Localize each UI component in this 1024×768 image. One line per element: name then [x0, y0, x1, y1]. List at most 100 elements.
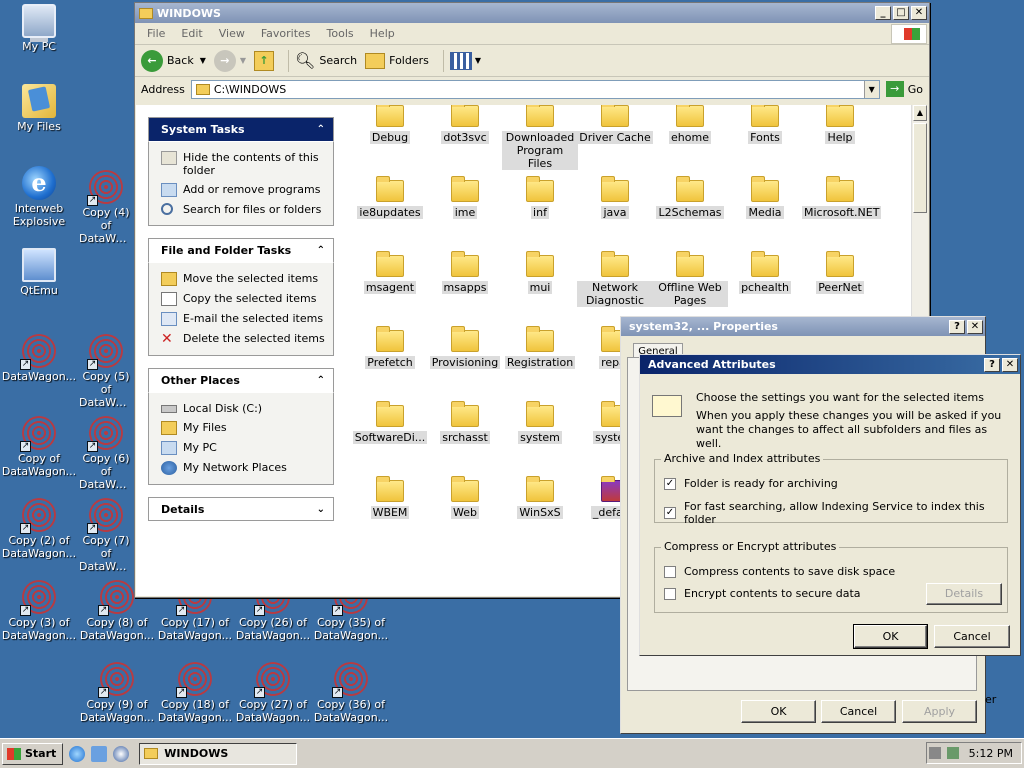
task-delete-items[interactable]: ✕ Delete the selected items	[161, 329, 327, 349]
advanced-cancel-button[interactable]: Cancel	[934, 625, 1010, 648]
properties-titlebar[interactable]: system32, ... Properties ? ✕	[621, 317, 985, 336]
search-button[interactable]: 🔍︎ Search	[295, 51, 357, 70]
folder-item[interactable]: Driver Cache	[577, 105, 653, 144]
folder-item[interactable]: msapps	[427, 251, 503, 294]
folder-item[interactable]: ie8updates	[352, 176, 428, 219]
menu-help[interactable]: Help	[362, 27, 403, 40]
menu-view[interactable]: View	[211, 27, 253, 40]
archive-checkbox[interactable]: ✓ Folder is ready for archiving	[664, 477, 838, 490]
folders-button[interactable]: Folders	[365, 52, 429, 69]
advanced-ok-button[interactable]: OK	[853, 624, 928, 649]
archive-checkbox-box[interactable]: ✓	[664, 477, 676, 490]
folder-item[interactable]: WBEM	[352, 476, 428, 519]
scroll-thumb[interactable]	[913, 123, 927, 213]
properties-ok-button[interactable]: OK	[741, 700, 816, 723]
views-button[interactable]: ▼	[449, 51, 481, 70]
task-email-items[interactable]: E-mail the selected items	[161, 309, 327, 329]
collapse-icon[interactable]: ⌃	[317, 124, 325, 135]
collapse-icon[interactable]: ⌃	[317, 245, 325, 256]
address-dropdown-button[interactable]: ▼	[863, 80, 879, 98]
folder-item[interactable]: Web	[427, 476, 503, 519]
tray-printer-icon[interactable]	[946, 747, 959, 759]
help-button[interactable]: ?	[949, 319, 965, 334]
desktop-icon-datawagon[interactable]: ↗ Copy (4) of DataWagon	[78, 170, 134, 245]
folder-item[interactable]: Debug	[352, 105, 428, 144]
folder-item[interactable]: inf	[502, 176, 578, 219]
encrypt-checkbox[interactable]: Encrypt contents to secure data	[664, 587, 861, 600]
desktop-icon-datawagon[interactable]: ↗ Copy (36) of DataWagon...	[312, 662, 390, 724]
folder-item[interactable]: system	[502, 401, 578, 444]
folder-item[interactable]: Downloaded Program Files	[502, 105, 578, 170]
task-copy-items[interactable]: Copy the selected items	[161, 289, 327, 309]
place-local-disk[interactable]: Local Disk (C:)	[161, 399, 327, 418]
index-checkbox[interactable]: ✓ For fast searching, allow Indexing Ser…	[664, 500, 1020, 526]
taskbar-window-button[interactable]: WINDOWS	[139, 742, 298, 765]
folder-item[interactable]: Microsoft.NET	[802, 176, 882, 219]
folder-item[interactable]: java	[577, 176, 653, 219]
desktop-icon-datawagon[interactable]: ↗ Copy (7) of DataWagon	[78, 498, 134, 573]
place-network[interactable]: My Network Places	[161, 458, 327, 478]
folder-item[interactable]: L2Schemas	[652, 176, 728, 219]
up-button[interactable]: ↑	[254, 50, 275, 71]
task-add-remove-programs[interactable]: Add or remove programs	[161, 180, 327, 200]
clock[interactable]: 5:12 PM	[969, 747, 1013, 760]
scroll-up-button[interactable]: ▲	[913, 105, 927, 121]
desktop-icon-datawagon[interactable]: ↗ Copy (6) of DataWagon	[78, 416, 134, 491]
menu-file[interactable]: File	[139, 27, 173, 40]
folder-item[interactable]: msagent	[352, 251, 428, 294]
browser-icon[interactable]	[69, 745, 86, 762]
start-button[interactable]: Start	[2, 742, 64, 765]
desktop-icon-datawagon[interactable]: ↗ Copy (27) of DataWagon...	[234, 662, 312, 724]
show-desktop-icon[interactable]	[91, 745, 108, 762]
desktop-icon-my-pc[interactable]: My PC	[0, 4, 78, 53]
properties-cancel-button[interactable]: Cancel	[821, 700, 896, 723]
desktop-icon-datawagon[interactable]: ↗ DataWagon...	[0, 334, 78, 383]
advanced-titlebar[interactable]: Advanced Attributes ? ✕	[640, 355, 1020, 374]
media-player-icon[interactable]	[113, 745, 130, 762]
file-folder-tasks-header[interactable]: File and Folder Tasks ⌃	[148, 238, 334, 262]
folder-item[interactable]: srchasst	[427, 401, 503, 444]
address-input[interactable]: C:\WINDOWS ▼	[190, 79, 880, 99]
desktop-icon-datawagon[interactable]: ↗ Copy (5) of DataWagon	[78, 334, 134, 409]
compress-checkbox[interactable]: Compress contents to save disk space	[664, 565, 895, 578]
desktop-icon-datawagon[interactable]: ↗ Copy (3) of DataWagon...	[0, 580, 78, 642]
folder-item[interactable]: Offline Web Pages	[652, 251, 728, 307]
other-places-header[interactable]: Other Places ⌃	[148, 368, 334, 392]
folder-item[interactable]: PeerNet	[802, 251, 878, 294]
minimize-button[interactable]: _	[875, 6, 891, 20]
folder-item[interactable]: SoftwareDi...	[352, 401, 428, 444]
task-search-files[interactable]: Search for files or folders	[161, 200, 327, 219]
help-button[interactable]: ?	[984, 357, 1000, 372]
desktop-icon-qtemu[interactable]: QtEmu	[0, 248, 78, 297]
tray-network-icon[interactable]	[928, 747, 941, 759]
folder-item[interactable]: dot3svc	[427, 105, 503, 144]
close-button[interactable]: ✕	[1002, 357, 1018, 372]
folder-item[interactable]: pchealth	[727, 251, 803, 294]
folder-item[interactable]: Help	[802, 105, 878, 144]
expand-icon[interactable]: ⌄	[317, 504, 325, 515]
explorer-titlebar[interactable]: WINDOWS _ □ ✕	[135, 3, 929, 23]
desktop-icon-datawagon[interactable]: ↗ Copy (9) of DataWagon...	[78, 662, 156, 724]
forward-button[interactable]: → ▼	[213, 49, 246, 72]
system-tasks-header[interactable]: System Tasks ⌃	[148, 117, 334, 141]
folder-item[interactable]: WinSxS	[502, 476, 578, 519]
task-hide-contents[interactable]: Hide the contents of this folder	[161, 148, 327, 180]
folder-item[interactable]: ehome	[652, 105, 728, 144]
desktop-icon-interweb[interactable]: Interweb Explosive	[0, 166, 78, 228]
desktop-icon-datawagon[interactable]: ↗ Copy of DataWagon...	[0, 416, 78, 478]
task-move-items[interactable]: Move the selected items	[161, 269, 327, 289]
index-checkbox-box[interactable]: ✓	[664, 507, 676, 519]
details-button[interactable]: Details	[926, 583, 1002, 605]
compress-checkbox-box[interactable]	[664, 565, 676, 578]
close-button[interactable]: ✕	[967, 319, 983, 334]
details-header[interactable]: Details ⌄	[149, 498, 333, 520]
desktop-icon-datawagon[interactable]: ↗ Copy (2) of DataWagon...	[0, 498, 78, 560]
desktop-icon-my-files[interactable]: My Files	[0, 84, 78, 133]
go-button[interactable]: → Go	[885, 81, 923, 97]
folder-item[interactable]: Prefetch	[352, 326, 428, 369]
place-my-pc[interactable]: My PC	[161, 438, 327, 458]
folder-item[interactable]: Fonts	[727, 105, 803, 144]
folder-item[interactable]: ime	[427, 176, 503, 219]
menu-favorites[interactable]: Favorites	[253, 27, 319, 40]
menu-tools[interactable]: Tools	[319, 27, 362, 40]
